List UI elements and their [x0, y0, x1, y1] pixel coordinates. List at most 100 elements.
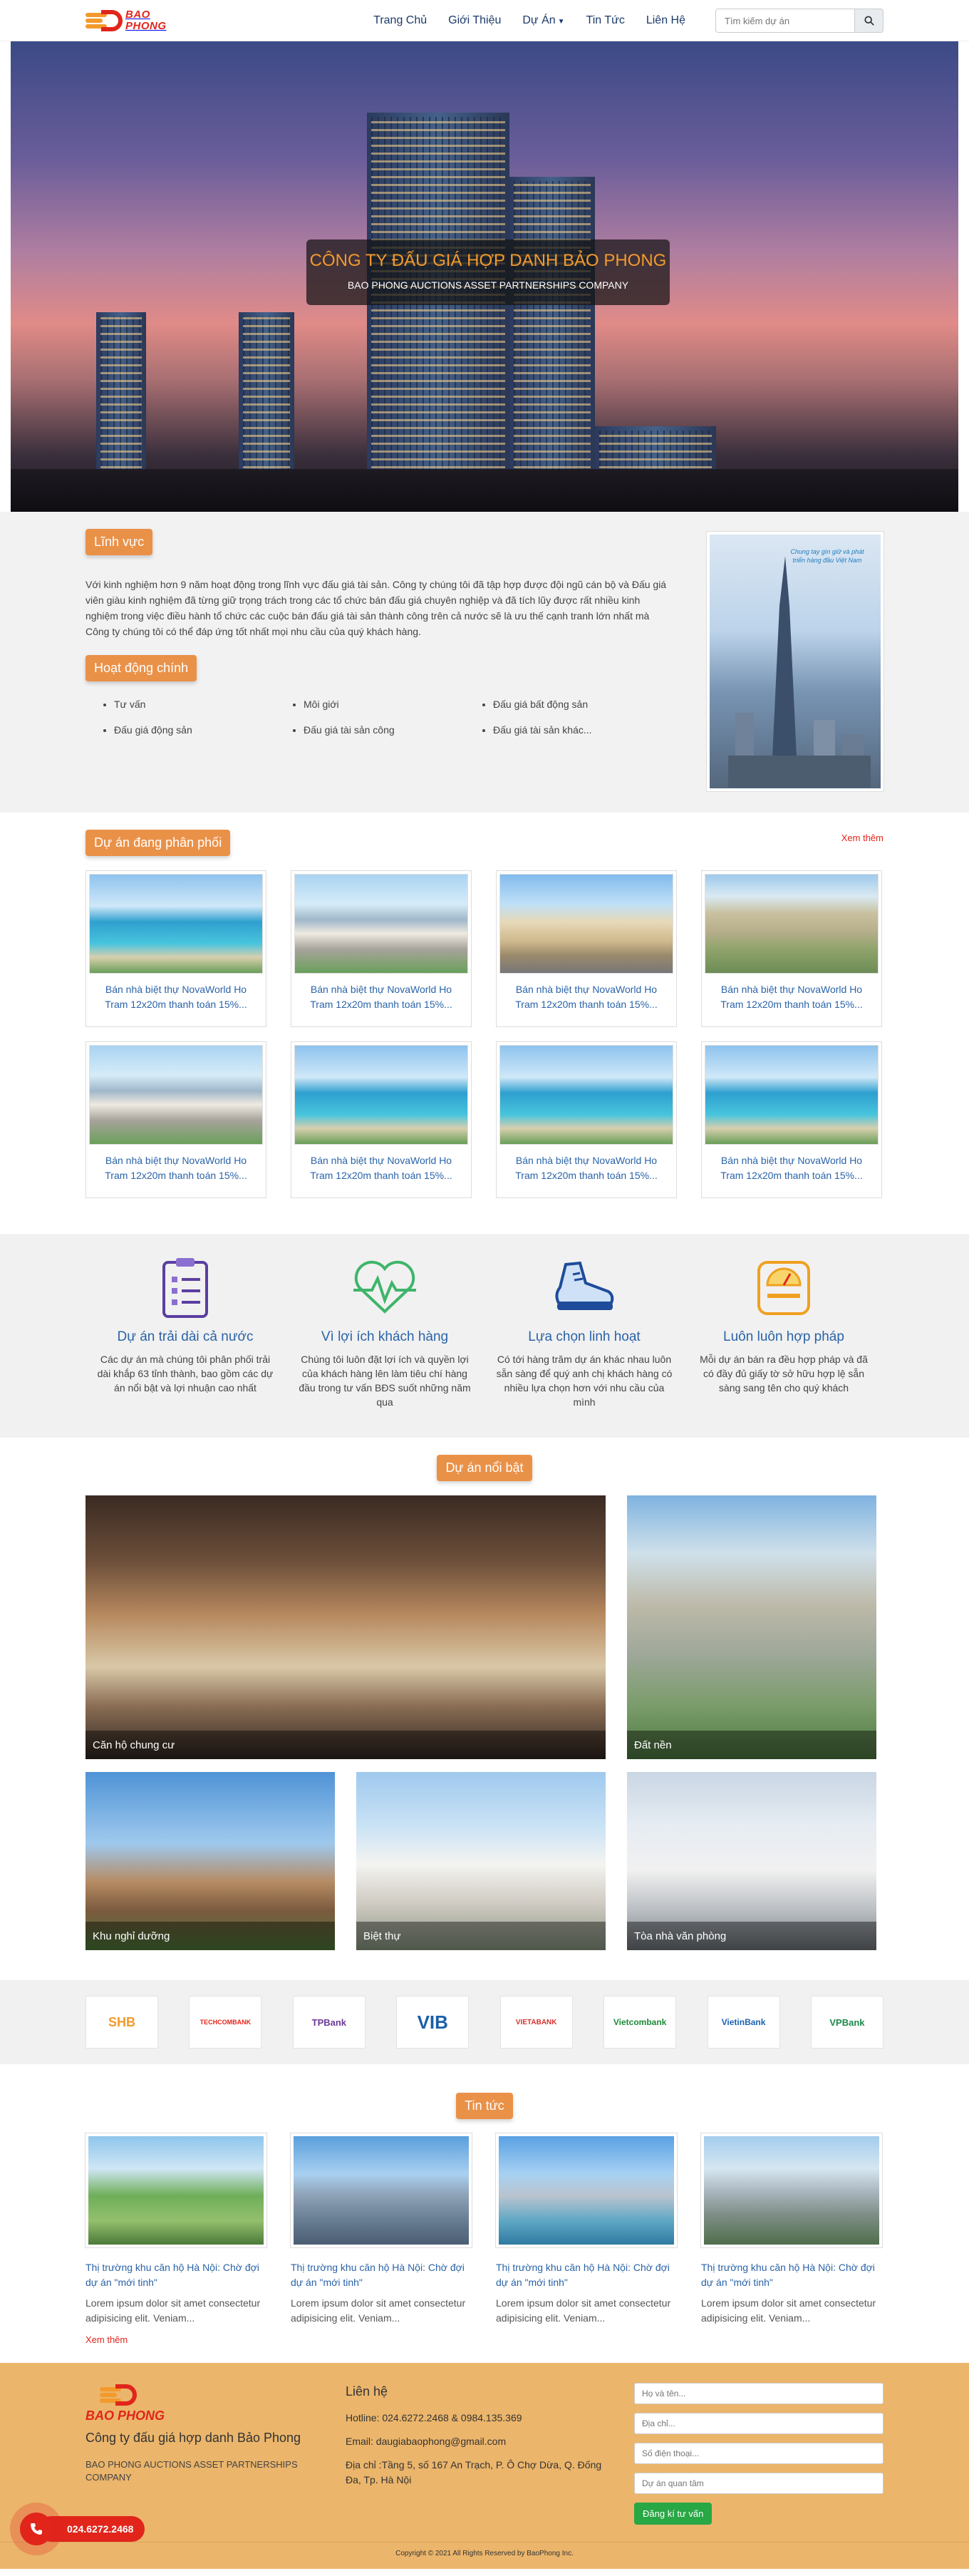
project-card[interactable]: Bán nhà biệt thự NovaWorld Ho Tram 12x20…: [291, 1041, 472, 1198]
featured-section: Dự án nổi bật Căn hộ chung cư Đất nền Kh…: [0, 1438, 969, 1980]
sneaker-icon: [555, 1261, 614, 1310]
project-image: [294, 1045, 468, 1145]
featured-heading: Dự án nổi bật: [437, 1455, 532, 1481]
register-consult-button[interactable]: Đăng kí tư vấn: [634, 2503, 712, 2525]
bank-logo-shb: SHB: [86, 1996, 158, 2049]
project-image: [294, 874, 468, 974]
nav-projects[interactable]: Dự Án ▼: [522, 14, 564, 27]
see-more-link[interactable]: Xem thêm: [841, 833, 884, 843]
hero-title: CÔNG TY ĐẤU GIÁ HỢP DANH BẢO PHONG: [309, 251, 667, 270]
news-title[interactable]: Thị trường khu căn hộ Hà Nội: Chờ đợi dự…: [291, 2260, 472, 2290]
partner-banks: SHB TECHCOMBANK TPBank VIB VIETABANK Vie…: [0, 1980, 969, 2064]
project-card[interactable]: Bán nhà biệt thự NovaWorld Ho Tram 12x20…: [496, 870, 677, 1027]
project-title[interactable]: Bán nhà biệt thự NovaWorld Ho Tram 12x20…: [294, 974, 468, 1012]
about-section: Lĩnh vực Với kinh nghiệm hơn 9 năm hoạt …: [0, 512, 969, 813]
project-card[interactable]: Bán nhà biệt thự NovaWorld Ho Tram 12x20…: [86, 870, 266, 1027]
featured-tile-apartment[interactable]: Căn hộ chung cư: [86, 1495, 606, 1759]
tile-label: Biệt thự: [356, 1922, 606, 1950]
about-content: Lĩnh vực Với kinh nghiệm hơn 9 năm hoạt …: [86, 529, 670, 791]
news-card[interactable]: Thị trường khu căn hộ Hà Nội: Chờ đợi dự…: [496, 2133, 677, 2326]
news-image: [291, 2133, 472, 2247]
hero-caption: CÔNG TY ĐẤU GIÁ HỢP DANH BẢO PHONG BAO P…: [306, 239, 670, 305]
project-title[interactable]: Bán nhà biệt thự NovaWorld Ho Tram 12x20…: [705, 974, 879, 1012]
activity-item: Đấu giá tài sản công: [304, 724, 480, 736]
bank-logo-vpbank: VPBank: [810, 1996, 884, 2049]
phone-icon: [31, 2523, 42, 2535]
news-grid: Thị trường khu căn hộ Hà Nội: Chờ đợi dự…: [86, 2133, 884, 2326]
activity-item: Đấu giá tài sản khác...: [493, 724, 670, 736]
news-title[interactable]: Thị trường khu căn hộ Hà Nội: Chờ đợi dự…: [86, 2260, 266, 2290]
footer-logo-text: BAO PHONG: [86, 2408, 165, 2423]
floating-hotline[interactable]: 024.6272.2468: [10, 2503, 145, 2555]
footer-company-en: BAO PHONG AUCTIONS ASSET PARTNERSHIPS CO…: [86, 2459, 298, 2483]
search-button[interactable]: [855, 9, 884, 33]
nav-projects-label: Dự Án: [522, 14, 556, 26]
news-see-more-link[interactable]: Xem thêm: [86, 2334, 128, 2345]
benefit-title: Vì lợi ích khách hàng: [321, 1329, 449, 1344]
benefit-title: Lựa chọn linh hoạt: [528, 1329, 641, 1344]
benefit-title: Dự án trải dài cả nước: [117, 1329, 254, 1344]
tile-label: Đất nền: [627, 1731, 876, 1759]
landmark-tower-illustration: [728, 556, 871, 788]
project-card[interactable]: Bán nhà biệt thự NovaWorld Ho Tram 12x20…: [496, 1041, 677, 1198]
featured-tile-land[interactable]: Đất nền: [627, 1495, 876, 1759]
project-title[interactable]: Bán nhà biệt thự NovaWorld Ho Tram 12x20…: [705, 1145, 879, 1183]
name-field[interactable]: [634, 2383, 884, 2404]
featured-tile-villa[interactable]: Biệt thự: [356, 1772, 606, 1950]
search-box: [715, 9, 884, 33]
project-card[interactable]: Bán nhà biệt thự NovaWorld Ho Tram 12x20…: [701, 1041, 882, 1198]
news-title[interactable]: Thị trường khu căn hộ Hà Nội: Chờ đợi dự…: [701, 2260, 882, 2290]
hero-building: [509, 177, 595, 512]
footer-company-name: Công ty đấu giá hợp danh Bảo Phong: [86, 2431, 301, 2445]
bank-logo-techcombank: TECHCOMBANK: [189, 1996, 262, 2049]
project-title[interactable]: Bán nhà biệt thự NovaWorld Ho Tram 12x20…: [89, 974, 263, 1012]
news-card[interactable]: Thị trường khu căn hộ Hà Nội: Chờ đợi dự…: [86, 2133, 266, 2326]
nav-contact[interactable]: Liên Hệ: [646, 14, 685, 27]
address-field[interactable]: [634, 2413, 884, 2434]
project-title[interactable]: Bán nhà biệt thự NovaWorld Ho Tram 12x20…: [89, 1145, 263, 1183]
news-card[interactable]: Thị trường khu căn hộ Hà Nội: Chờ đợi dự…: [291, 2133, 472, 2326]
benefit-text: Có tới hàng trăm dự án khác nhau luôn sẵ…: [496, 1354, 673, 1408]
project-title[interactable]: Bán nhà biệt thự NovaWorld Ho Tram 12x20…: [499, 974, 673, 1012]
nav-news[interactable]: Tin Tức: [586, 14, 625, 27]
project-card[interactable]: Bán nhà biệt thự NovaWorld Ho Tram 12x20…: [701, 870, 882, 1027]
benefit-item: Dự án trải dài cả nước Các dự án mà chún…: [86, 1255, 285, 1409]
hero-subtitle: BAO PHONG AUCTIONS ASSET PARTNERSHIPS CO…: [347, 279, 629, 291]
project-card[interactable]: Bán nhà biệt thự NovaWorld Ho Tram 12x20…: [86, 1041, 266, 1198]
footer-contact-heading: Liên hệ: [346, 2384, 388, 2399]
nav-about[interactable]: Giới Thiệu: [448, 14, 501, 27]
phone-field[interactable]: [634, 2443, 884, 2464]
featured-grid: Căn hộ chung cư Đất nền Khu nghỉ dưỡng B…: [86, 1495, 884, 1952]
activity-item: Tư vấn: [114, 699, 291, 710]
hero-banner: CÔNG TY ĐẤU GIÁ HỢP DANH BẢO PHONG BAO P…: [11, 41, 958, 512]
site-logo[interactable]: BAO PHONG: [86, 9, 167, 33]
news-card[interactable]: Thị trường khu căn hộ Hà Nội: Chờ đợi dự…: [701, 2133, 882, 2326]
news-excerpt: Lorem ipsum dolor sit amet consectetur a…: [291, 2297, 466, 2324]
project-title[interactable]: Bán nhà biệt thự NovaWorld Ho Tram 12x20…: [294, 1145, 468, 1183]
project-image: [499, 1045, 673, 1145]
news-excerpt: Lorem ipsum dolor sit amet consectetur a…: [701, 2297, 876, 2324]
hero-building: [367, 113, 509, 512]
project-image: [89, 874, 263, 974]
benefit-text: Mỗi dự án bán ra đều hợp pháp và đã có đ…: [700, 1354, 868, 1393]
footer-logo-icon: [100, 2383, 137, 2407]
nav-home[interactable]: Trang Chủ: [373, 14, 427, 27]
news-image: [701, 2133, 882, 2247]
hotline-ring: [10, 2503, 63, 2555]
featured-tile-resort[interactable]: Khu nghỉ dưỡng: [86, 1772, 335, 1950]
clipboard-icon: [162, 1258, 208, 1318]
search-input[interactable]: [715, 9, 855, 33]
bank-logo-vietinbank: VietinBank: [707, 1996, 780, 2049]
copyright: Copyright © 2021 All Rights Reserved by …: [0, 2542, 969, 2557]
benefit-text: Chúng tôi luôn đặt lợi ích và quyền lợi …: [299, 1354, 471, 1408]
bank-logo-vietabank: VIETABANK: [499, 1996, 573, 2049]
project-title[interactable]: Bán nhà biệt thự NovaWorld Ho Tram 12x20…: [499, 1145, 673, 1183]
news-title[interactable]: Thị trường khu căn hộ Hà Nội: Chờ đợi dự…: [496, 2260, 677, 2290]
project-interest-field[interactable]: [634, 2473, 884, 2494]
site-footer: BAO PHONG Công ty đấu giá hợp danh Bảo P…: [0, 2363, 969, 2569]
site-header: BAO PHONG Trang Chủ Giới Thiệu Dự Án ▼ Tin…: [0, 0, 969, 41]
project-card[interactable]: Bán nhà biệt thự NovaWorld Ho Tram 12x20…: [291, 870, 472, 1027]
hero-ground: [11, 469, 958, 512]
featured-tile-office[interactable]: Tòa nhà văn phòng: [627, 1772, 876, 1950]
logo-text: BAO PHONG: [125, 9, 167, 32]
